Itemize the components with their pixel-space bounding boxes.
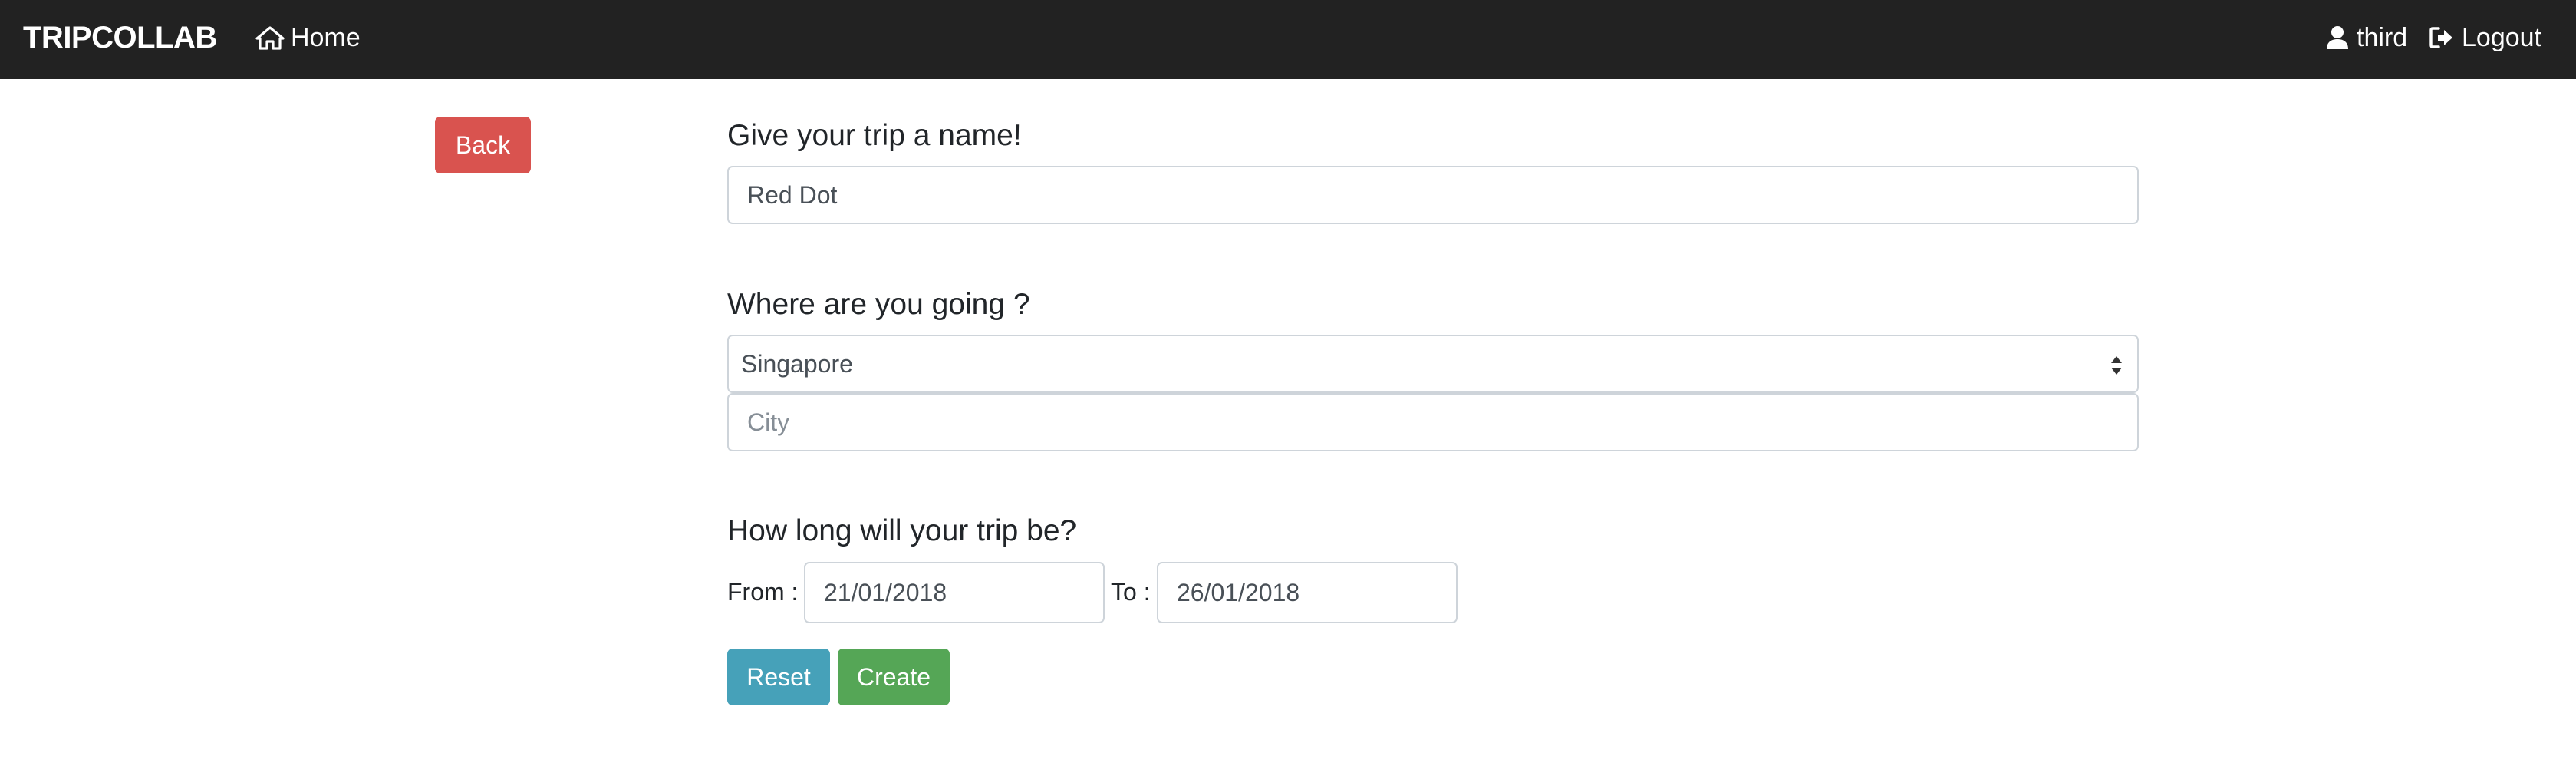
brand-logo[interactable]: TRIPCOLLAB [23,18,217,57]
country-select[interactable]: Singapore [727,335,2139,393]
user-icon [2326,25,2357,50]
from-label: From : [727,578,799,606]
trip-name-heading: Give your trip a name! [727,119,1022,152]
trip-name-input[interactable]: Red Dot [727,166,2139,224]
back-button[interactable]: Back [435,117,531,173]
top-navbar: TRIPCOLLAB Home third Logout [0,0,2576,79]
duration-heading: How long will your trip be? [727,514,1077,547]
city-input[interactable]: City [727,393,2139,451]
destination-heading: Where are you going ? [727,288,1030,321]
from-date-input[interactable]: 21/01/2018 [804,562,1105,623]
nav-home-link[interactable]: Home [255,18,361,57]
reset-button[interactable]: Reset [727,649,830,705]
to-label: To : [1111,578,1151,606]
nav-user-label: third [2357,23,2408,52]
select-arrows-icon [2110,353,2123,384]
nav-user-link[interactable]: third [2326,18,2407,57]
create-button[interactable]: Create [838,649,950,705]
home-icon [255,25,291,50]
logout-icon [2429,26,2462,49]
nav-logout-link[interactable]: Logout [2429,18,2541,57]
nav-logout-label: Logout [2462,23,2541,52]
to-date-input[interactable]: 26/01/2018 [1157,562,1458,623]
country-selected-value: Singapore [741,349,853,378]
nav-home-label: Home [291,23,361,52]
